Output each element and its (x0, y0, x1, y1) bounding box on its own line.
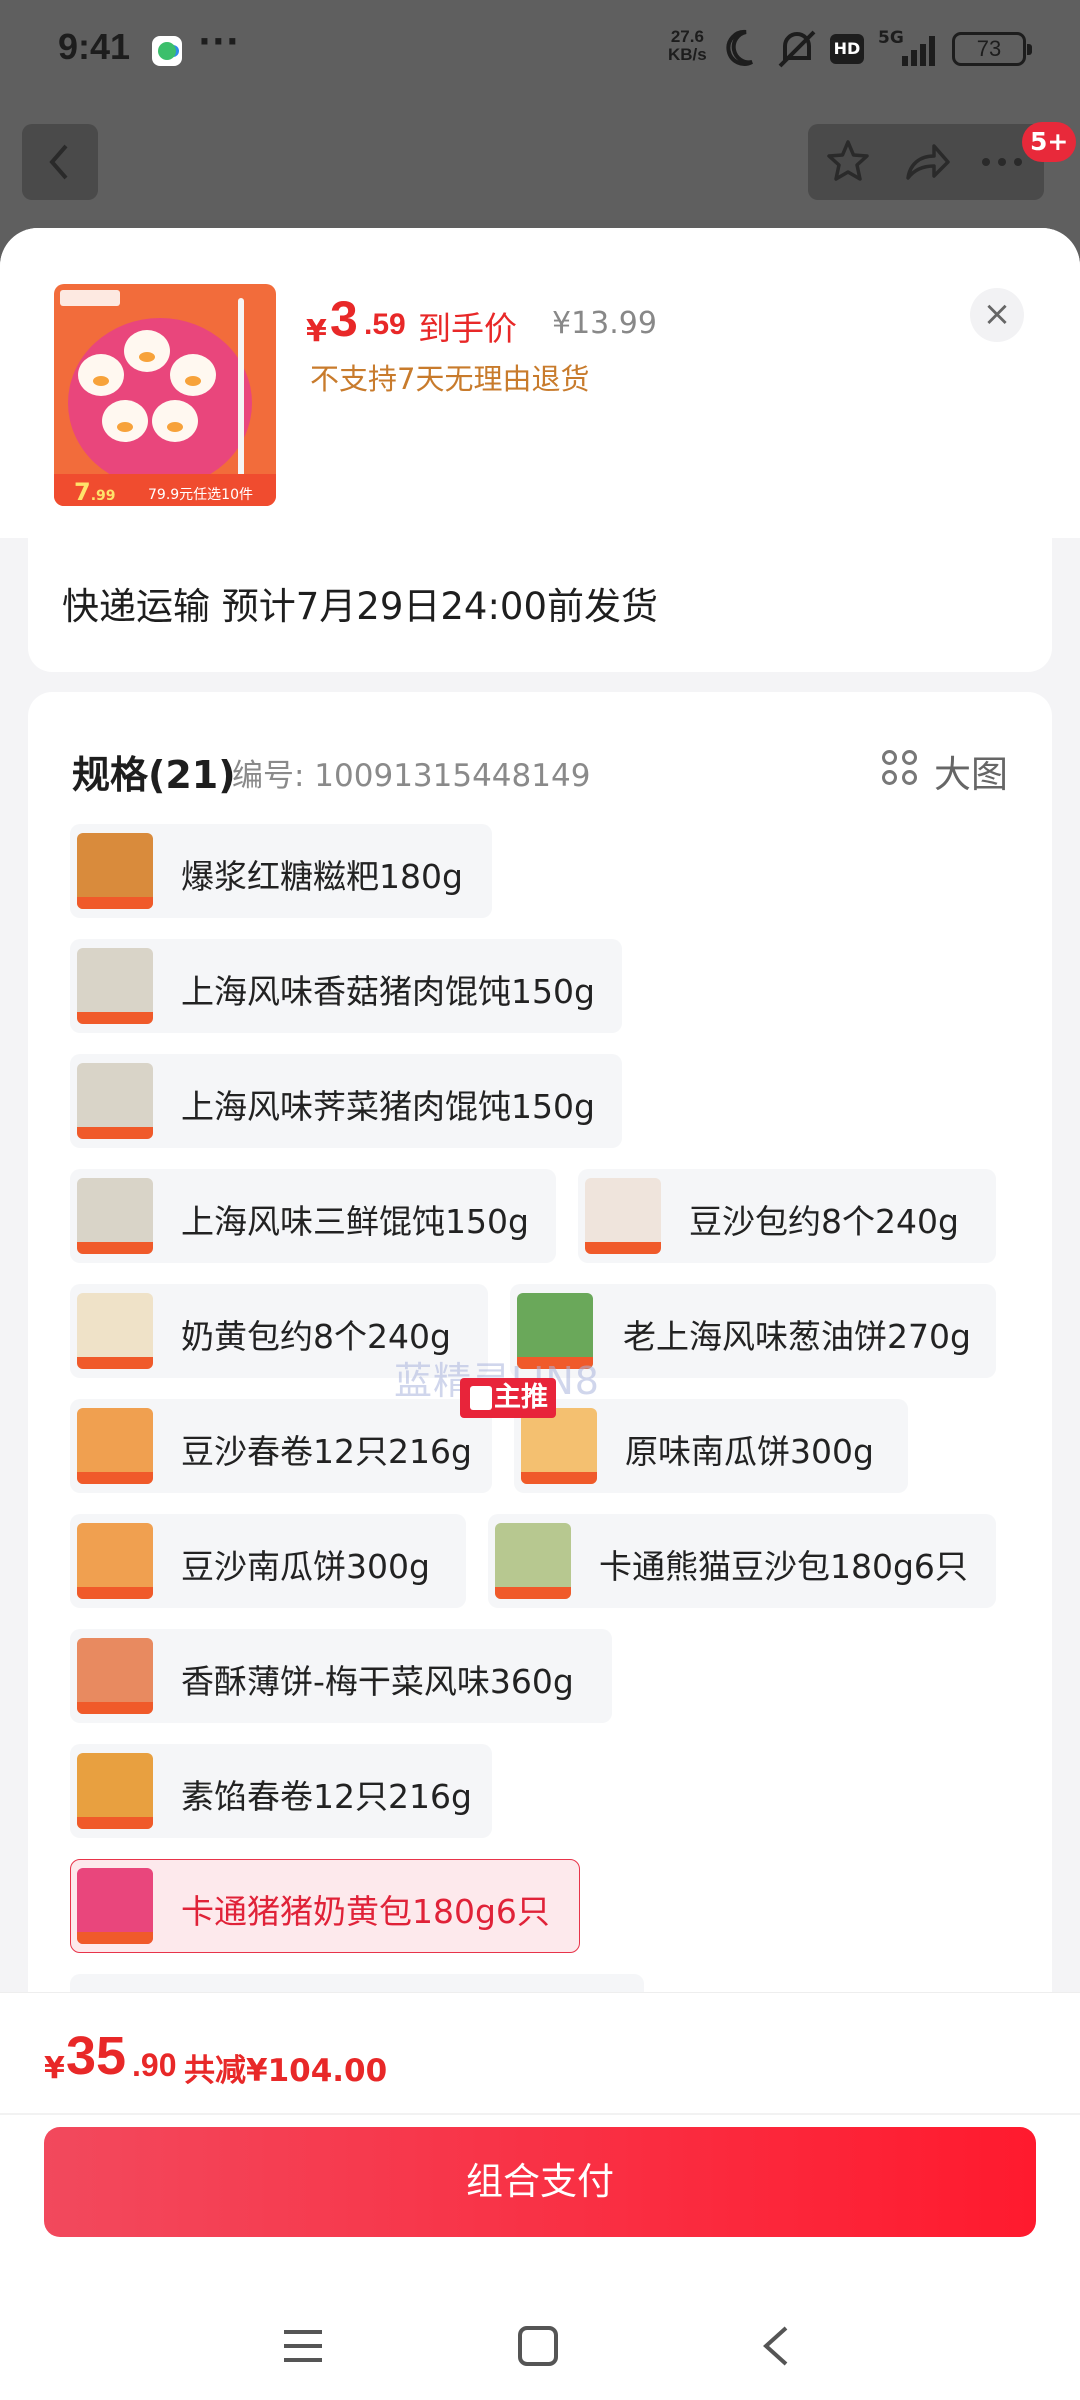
close-icon: × (982, 294, 1012, 334)
shipping-info: 快递运输 预计7月29日24:00前发货 (28, 538, 1052, 672)
price-label: 到手价 (418, 309, 517, 348)
spec-option-image (77, 1408, 153, 1484)
notification-badge: 5+ (1022, 122, 1077, 162)
spec-option-label: 豆沙南瓜饼300g (181, 1547, 430, 1586)
recommended-tag: 主推 (460, 1378, 556, 1418)
spec-option-image (77, 1063, 153, 1139)
back-button[interactable] (22, 124, 98, 200)
product-header: 7.99 79.9元任选10件 ¥ 3 .59 到手价 ¥13.99 不支持7天… (0, 228, 1080, 538)
back-icon[interactable] (756, 2324, 796, 2368)
spec-code: 编号: 10091315448149 (232, 758, 591, 794)
spec-option-label: 豆沙包约8个240g (689, 1202, 959, 1241)
home-icon[interactable] (516, 2324, 560, 2368)
signal-icon (902, 36, 935, 66)
spec-option-label: 卡通熊猫豆沙包180g6只 (599, 1547, 968, 1586)
share-icon[interactable] (898, 134, 954, 190)
spec-option[interactable]: 素馅春卷12只216g (70, 1744, 492, 1838)
total-decimal: .90 (132, 2047, 177, 2083)
price-integer: 3 (330, 291, 358, 347)
spec-option-image (77, 1868, 153, 1944)
grid-icon[interactable] (882, 750, 922, 790)
product-thumbnail[interactable]: 7.99 79.9元任选10件 (54, 284, 276, 506)
network-speed-value: 27.6 (670, 27, 704, 46)
close-button[interactable]: × (970, 288, 1024, 342)
menu-icon[interactable] (280, 2326, 326, 2366)
app-notification-icon (152, 36, 182, 66)
divider (0, 2113, 1080, 2115)
more-notifications-icon: ··· (198, 22, 240, 62)
mute-icon (778, 30, 816, 68)
spec-option-image (77, 1178, 153, 1254)
thumb-brand-logo (60, 290, 120, 306)
total-integer: 35 (66, 2026, 127, 2086)
spec-option-label: 豆沙春卷12只216g (181, 1432, 472, 1471)
status-bar: 9:41 ··· 27.6 KB/s HD 5G 73 (0, 0, 1080, 100)
thumb-price: 7.99 (74, 478, 116, 506)
spec-option[interactable]: 爆浆红糖糍粑180g (70, 824, 492, 918)
shipping-text: 快递运输 预计7月29日24:00前发货 (62, 585, 659, 628)
network-speed-unit: KB/s (668, 45, 707, 64)
spec-option-label: 卡通猪猪奶黄包180g6只 (181, 1892, 550, 1931)
price-decimal: .59 (364, 308, 406, 341)
spec-option-label: 老上海风味葱油饼270g (623, 1317, 971, 1356)
total-currency: ¥ (44, 2051, 65, 2086)
spec-option-label: 上海风味香菇猪肉馄饨150g (181, 972, 595, 1011)
thumb-bun (78, 354, 124, 396)
spec-option[interactable]: 上海风味荠菜猪肉馄饨150g (70, 1054, 622, 1148)
thumb-bun (152, 400, 198, 442)
thumb-price-strip: 7.99 79.9元任选10件 (54, 474, 276, 506)
spec-option-image (77, 1753, 153, 1829)
spec-option-label: 香酥薄饼-梅干菜风味360g (181, 1662, 574, 1701)
spec-option[interactable]: 香酥薄饼-梅干菜风味360g (70, 1629, 612, 1723)
thumb-fork (238, 298, 244, 498)
total-discount: 共减¥104.00 (184, 2053, 388, 2089)
spec-option-image (77, 1293, 153, 1369)
star-icon[interactable] (820, 134, 876, 190)
spec-option-label: 爆浆红糖糍粑180g (181, 857, 463, 896)
big-view-toggle[interactable]: 大图 (934, 744, 1008, 798)
thumb-slogan: 79.9元任选10件 (148, 487, 253, 503)
hd-icon: HD (830, 34, 864, 64)
return-policy: 不支持7天无理由退货 (310, 362, 590, 396)
spec-option[interactable]: 原味南瓜饼300g (514, 1399, 908, 1493)
spec-option[interactable]: 卡通熊猫豆沙包180g6只 (488, 1514, 996, 1608)
network-speed: 27.6 KB/s (668, 28, 707, 64)
spec-option-image (495, 1523, 571, 1599)
spec-option[interactable]: 上海风味香菇猪肉馄饨150g (70, 939, 622, 1033)
spec-option[interactable]: 上海风味三鲜馄饨150g (70, 1169, 556, 1263)
battery-indicator: 73 (952, 32, 1032, 66)
moon-icon (726, 29, 753, 66)
spec-option[interactable]: 豆沙南瓜饼300g (70, 1514, 466, 1608)
spec-option[interactable]: 豆沙春卷12只216g (70, 1399, 492, 1493)
system-navigation-bar (0, 2290, 1080, 2400)
spec-option-selected[interactable]: 卡通猪猪奶黄包180g6只 (70, 1859, 580, 1953)
thumb-bun (102, 400, 148, 442)
spec-option-image (521, 1408, 597, 1484)
spec-option-label: 原味南瓜饼300g (625, 1432, 874, 1471)
status-time: 9:41 (58, 26, 131, 67)
original-price: ¥13.99 (552, 306, 657, 341)
thumb-bun (124, 330, 170, 372)
combined-pay-button[interactable]: 组合支付 (44, 2127, 1036, 2237)
spec-option-label: 上海风味三鲜馄饨150g (181, 1202, 529, 1241)
spec-option-image (77, 1638, 153, 1714)
spec-option-label: 素馅春卷12只216g (181, 1777, 472, 1816)
thumb-bun (170, 354, 216, 396)
spec-option-image (77, 833, 153, 909)
spec-option-image (77, 1523, 153, 1599)
chevron-left-icon (49, 144, 68, 180)
spec-option-image (77, 948, 153, 1024)
nav-actions (808, 124, 1044, 200)
spec-option[interactable]: 豆沙包约8个240g (578, 1169, 996, 1263)
spec-title: 规格(21) (72, 753, 236, 797)
spec-option-image (585, 1178, 661, 1254)
price-currency: ¥ (306, 314, 327, 349)
spec-option-label: 上海风味荠菜猪肉馄饨150g (181, 1087, 595, 1126)
